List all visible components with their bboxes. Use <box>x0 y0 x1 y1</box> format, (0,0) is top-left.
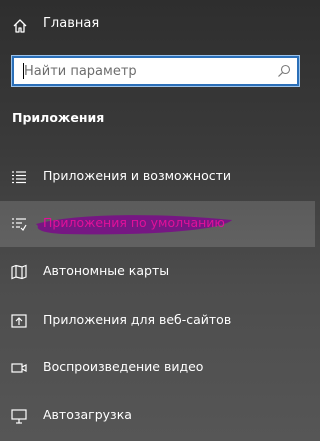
home-icon <box>13 19 27 33</box>
nav-item-label: Приложения и возможности <box>43 168 232 183</box>
nav-item-label: Приложения для веб-сайтов <box>43 312 232 327</box>
search-box[interactable] <box>11 55 300 87</box>
nav-item-label: Воспроизведение видео <box>43 359 204 374</box>
video-icon <box>11 363 27 373</box>
apps-list-icon <box>12 171 26 184</box>
map-icon <box>11 264 27 280</box>
search-input[interactable] <box>14 58 269 84</box>
nav-item-label-overlay: Приложения по умолчанию <box>43 215 225 230</box>
nav-item-label: Автозагрузка <box>43 407 132 422</box>
section-title: Приложения <box>12 110 105 125</box>
open-web-icon <box>11 314 27 328</box>
text-caret <box>23 63 24 79</box>
search-icon[interactable] <box>277 64 291 78</box>
nav-item-apps-features[interactable]: Приложения и возможности <box>0 154 315 200</box>
nav-item-offline-maps[interactable]: Автономные карты <box>0 249 315 295</box>
nav-item-apps-for-websites[interactable]: Приложения для веб-сайтов <box>0 298 315 344</box>
nav-item-video-playback[interactable]: Воспроизведение видео <box>0 345 315 391</box>
home-nav-item[interactable]: Главная <box>0 7 315 43</box>
startup-icon <box>11 409 27 424</box>
home-label: Главная <box>43 16 100 31</box>
nav-item-label: Автономные карты <box>43 263 170 278</box>
nav-item-startup[interactable]: Автозагрузка <box>0 393 315 439</box>
nav-item-default-apps-text-overlay: Приложения по умолчанию <box>0 201 315 247</box>
